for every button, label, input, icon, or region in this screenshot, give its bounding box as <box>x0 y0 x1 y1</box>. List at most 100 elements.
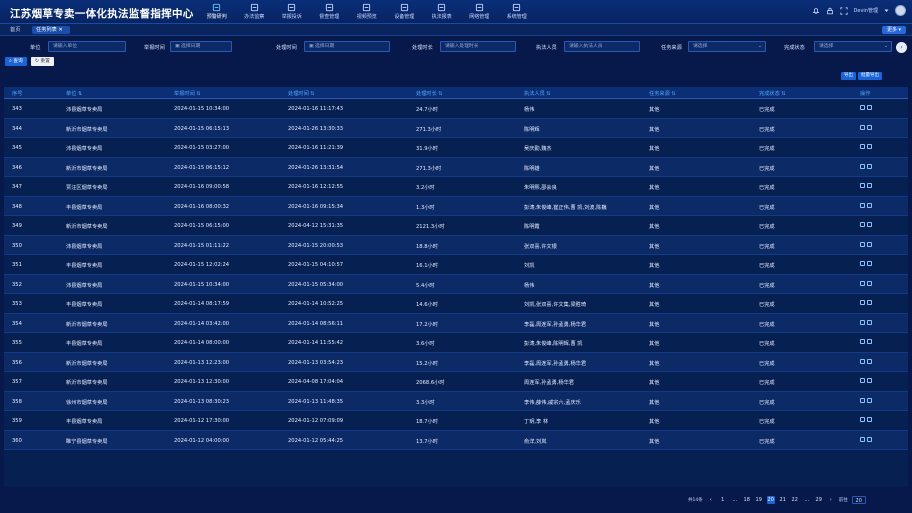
close-icon[interactable]: ✕ <box>58 27 62 33</box>
view-icon[interactable] <box>867 222 872 227</box>
nav-item-2[interactable]: 举报投诉 <box>273 2 311 22</box>
view-icon[interactable] <box>867 124 872 130</box>
edit-icon[interactable] <box>860 163 865 169</box>
avatar[interactable] <box>895 5 906 16</box>
view-icon[interactable] <box>867 378 872 383</box>
table-row: 357 新沂市烟草专卖局 2024-01-13 12:30:00 2024-04-08… <box>4 372 908 392</box>
view-icon[interactable] <box>867 105 872 110</box>
goto-input[interactable]: 20 <box>851 496 866 504</box>
view-icon[interactable] <box>867 163 872 169</box>
edit-icon[interactable] <box>860 124 865 130</box>
view-icon[interactable] <box>867 417 872 422</box>
batch-export-button[interactable]: 批量导出 <box>858 72 882 80</box>
chevron-down-icon[interactable] <box>884 8 889 13</box>
page-number[interactable]: 1 <box>719 496 727 504</box>
nav-icon <box>513 3 521 12</box>
table-cell: 其他 <box>649 438 660 445</box>
filter-input-2[interactable]: ▣ 选择日期 <box>304 41 390 52</box>
edit-icon[interactable] <box>860 183 865 188</box>
table-cell: 3.6小时 <box>416 341 435 347</box>
column-header[interactable]: 处理时长 ⇅ <box>416 90 443 97</box>
reset-button[interactable]: ↻ 重置 <box>30 57 54 66</box>
edit-icon[interactable] <box>860 105 865 110</box>
edit-icon[interactable] <box>860 339 865 344</box>
nav-item-5[interactable]: 设备管理 <box>386 2 424 22</box>
tab-menu-button[interactable]: 更多 ▾ <box>882 26 906 34</box>
row-actions <box>860 105 872 110</box>
table-cell: 2024-04-08 17:04:04 <box>288 379 344 385</box>
edit-icon[interactable] <box>860 378 865 383</box>
edit-icon[interactable] <box>860 436 865 442</box>
prev-page-icon[interactable]: ‹ <box>707 496 715 504</box>
view-icon[interactable] <box>867 241 872 247</box>
view-icon[interactable] <box>867 261 872 266</box>
table-cell: 周连军,孙孟勇,杨华君 <box>524 380 574 386</box>
view-icon[interactable] <box>867 339 872 344</box>
collapse-filter-button[interactable]: › <box>896 42 907 53</box>
view-icon[interactable] <box>867 436 872 442</box>
nav-item-label: 系统管理 <box>506 14 527 20</box>
export-button[interactable]: 导出 <box>841 72 856 80</box>
table-cell: 2024-01-26 13:30:33 <box>288 125 344 132</box>
tab-home[interactable]: 首页 <box>6 26 24 34</box>
edit-icon[interactable] <box>860 319 865 325</box>
column-header[interactable]: 举报时间 ⇅ <box>174 90 201 97</box>
edit-icon[interactable] <box>860 261 865 266</box>
nav-item-0[interactable]: 预警研判 <box>198 2 236 22</box>
query-button[interactable]: ⌕ 查询 <box>5 57 27 66</box>
view-icon[interactable] <box>867 183 872 188</box>
tab-task-list[interactable]: 任务列表 ✕ <box>32 26 70 34</box>
page-number[interactable]: 29 <box>815 496 823 504</box>
edit-icon[interactable] <box>860 202 865 208</box>
nav-item-7[interactable]: 网络管理 <box>461 2 499 22</box>
view-icon[interactable] <box>867 202 872 208</box>
view-icon[interactable] <box>867 280 872 286</box>
nav-item-3[interactable]: 督查管理 <box>311 2 349 22</box>
table-cell: 其他 <box>649 399 660 406</box>
table-cell: 2024-01-15 06:15:12 <box>174 164 230 171</box>
table-cell: 已完成 <box>759 107 775 113</box>
filter-input-3[interactable]: 请输入处理时长 <box>440 41 516 52</box>
page-number[interactable]: 22 <box>791 496 799 504</box>
page-number[interactable]: 18 <box>743 496 751 504</box>
column-header[interactable]: 单位 ⇅ <box>66 90 82 97</box>
fullscreen-icon[interactable] <box>839 6 848 15</box>
column-header[interactable]: 完成状态 ⇅ <box>759 90 786 97</box>
page-number[interactable]: 21 <box>779 496 787 504</box>
nav-item-4[interactable]: 视频预览 <box>348 2 386 22</box>
view-icon[interactable] <box>867 144 872 149</box>
next-page-icon[interactable]: › <box>827 496 835 504</box>
edit-icon[interactable] <box>860 300 865 305</box>
bell-icon[interactable] <box>812 7 820 15</box>
filter-label: 完成状态 <box>784 45 805 51</box>
nav-item-6[interactable]: 执法报表 <box>423 2 461 22</box>
filter-input-4[interactable]: 请输入执法人员 <box>564 41 640 52</box>
edit-icon[interactable] <box>860 358 865 364</box>
edit-icon[interactable] <box>860 417 865 422</box>
view-icon[interactable] <box>867 397 872 403</box>
edit-icon[interactable] <box>860 144 865 149</box>
table-cell: 360 <box>12 437 22 444</box>
nav-item-8[interactable]: 系统管理 <box>498 2 536 22</box>
lock-icon[interactable] <box>826 7 834 15</box>
filter-input-1[interactable]: ▣ 选择日期 <box>170 41 232 52</box>
column-header[interactable]: 任务来源 ⇅ <box>649 90 676 97</box>
view-icon[interactable] <box>867 300 872 305</box>
page-number[interactable]: 20 <box>766 496 775 504</box>
table-cell: 已完成 <box>759 146 775 152</box>
column-header[interactable]: 处理时间 ⇅ <box>288 90 315 97</box>
edit-icon[interactable] <box>860 241 865 247</box>
view-icon[interactable] <box>867 358 872 364</box>
edit-icon[interactable] <box>860 222 865 227</box>
edit-icon[interactable] <box>860 397 865 403</box>
view-icon[interactable] <box>867 319 872 325</box>
row-actions <box>860 280 872 286</box>
nav-item-1[interactable]: 办法监察 <box>236 2 274 22</box>
page-number[interactable]: 19 <box>755 496 763 504</box>
filter-input-6[interactable]: 请选择 ⌄ <box>814 41 892 52</box>
filter-input-0[interactable]: 请输入单位 <box>48 41 126 52</box>
edit-icon[interactable] <box>860 280 865 286</box>
filter-input-5[interactable]: 请选择 ⌄ <box>688 41 766 52</box>
column-header[interactable]: 执法人员 ⇅ <box>524 90 551 97</box>
user-name[interactable]: Devin管理 <box>854 7 878 14</box>
